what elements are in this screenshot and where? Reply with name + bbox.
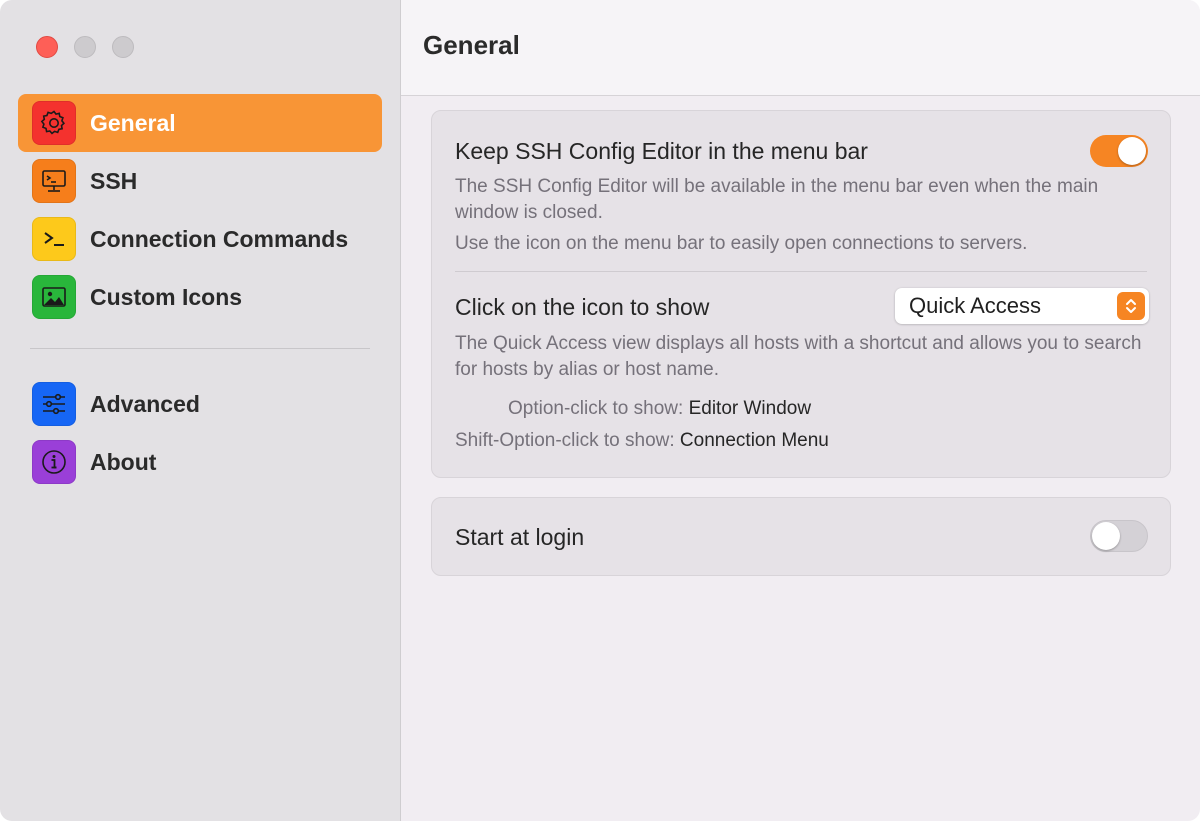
info-icon — [32, 440, 76, 484]
shift-option-click-row: Shift-Option-click to show: Connection M… — [455, 430, 829, 452]
section-divider — [455, 271, 1147, 272]
close-window-button[interactable] — [36, 36, 58, 58]
sidebar-item-label: General — [90, 109, 176, 136]
sidebar-item-custom-icons[interactable]: Custom Icons — [18, 268, 382, 326]
shift-option-click-label: Shift-Option-click to show: — [455, 430, 675, 451]
click-action-select-value: Quick Access — [909, 293, 1042, 318]
sidebar-item-general[interactable]: General — [18, 94, 382, 152]
menu-bar-toggle[interactable] — [1090, 135, 1148, 167]
option-click-label: Option-click to show: — [508, 398, 684, 419]
sidebar-item-label: About — [90, 448, 157, 475]
traffic-lights — [36, 36, 134, 58]
menu-bar-setting-title: Keep SSH Config Editor in the menu bar — [455, 138, 868, 164]
option-click-row: Option-click to show: Editor Window — [508, 398, 811, 420]
sidebar-item-connection-commands[interactable]: Connection Commands — [18, 210, 382, 268]
click-icon-description: The Quick Access view displays all hosts… — [455, 333, 1142, 380]
sliders-icon — [32, 382, 76, 426]
toggle-knob — [1092, 522, 1120, 550]
start-at-login-title: Start at login — [455, 524, 585, 550]
menu-bar-description-2: Use the icon on the menu bar to easily o… — [455, 233, 1028, 254]
sidebar-item-about[interactable]: About — [18, 433, 382, 491]
start-at-login-toggle[interactable] — [1090, 520, 1148, 552]
click-action-select[interactable]: Quick Access — [895, 288, 1149, 324]
menu-bar-settings-card: Keep SSH Config Editor in the menu bar T… — [431, 110, 1171, 478]
gear-icon — [32, 101, 76, 145]
chevron-up-down-icon — [1117, 292, 1145, 320]
page-title: General — [423, 30, 520, 60]
menu-bar-description: The SSH Config Editor will be available … — [455, 176, 1099, 223]
sidebar-item-label: Connection Commands — [90, 225, 349, 252]
sidebar-divider — [30, 348, 370, 349]
sidebar-item-label: Advanced — [90, 390, 200, 417]
image-icon — [32, 275, 76, 319]
sidebar: General SSH Connection Commands Custom I… — [0, 0, 401, 821]
click-icon-setting-title: Click on the icon to show — [455, 294, 710, 320]
shift-option-click-value: Connection Menu — [679, 430, 829, 451]
sidebar-item-ssh[interactable]: SSH — [18, 152, 382, 210]
sidebar-item-label: SSH — [90, 167, 138, 194]
minimize-window-button[interactable] — [74, 36, 96, 58]
settings-window: General SSH Connection Commands Custom I… — [0, 0, 1200, 821]
sidebar-nav: General SSH Connection Commands Custom I… — [18, 94, 382, 491]
option-click-value: Editor Window — [688, 398, 812, 419]
prompt-icon — [32, 217, 76, 261]
sidebar-item-advanced[interactable]: Advanced — [18, 375, 382, 433]
main-pane: General Keep SSH Config Editor in the me… — [401, 0, 1200, 821]
start-at-login-card: Start at login — [431, 497, 1171, 576]
sidebar-item-label: Custom Icons — [90, 283, 243, 310]
terminal-screen-icon — [32, 159, 76, 203]
title-bar: General — [401, 0, 1200, 96]
zoom-window-button[interactable] — [112, 36, 134, 58]
toggle-knob — [1118, 137, 1146, 165]
